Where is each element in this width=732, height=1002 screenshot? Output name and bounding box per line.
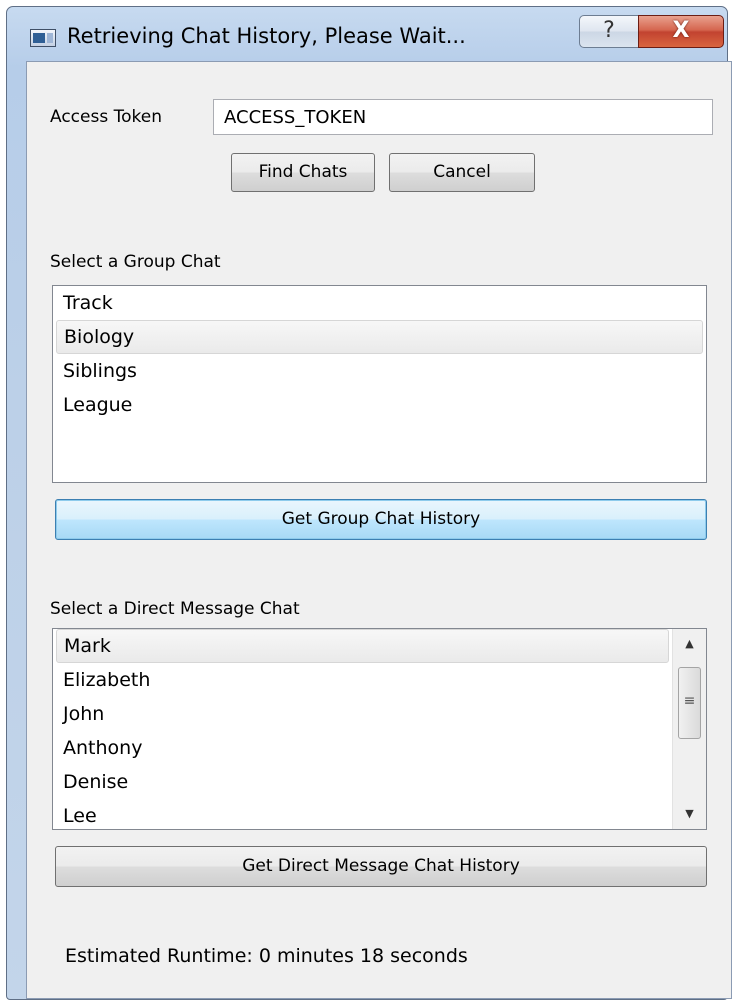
list-item[interactable]: Biology [56,320,703,354]
list-item[interactable]: Siblings [56,354,703,388]
estimated-runtime-status: Estimated Runtime: 0 minutes 18 seconds [65,945,468,967]
get-direct-message-chat-history-button[interactable]: Get Direct Message Chat History [55,846,707,887]
direct-message-list[interactable]: Mark Elizabeth John Anthony Denise Lee ▲ ≡ ▼ [52,628,707,830]
scroll-down-arrow-icon[interactable]: ▼ [673,799,706,829]
help-button[interactable]: ? [579,15,639,48]
direct-message-scrollbar[interactable]: ▲ ≡ ▼ [672,629,706,829]
access-token-label: Access Token [50,107,162,127]
direct-message-label: Select a Direct Message Chat [50,599,300,619]
group-chat-label: Select a Group Chat [50,252,221,272]
list-item[interactable]: Mark [56,629,669,663]
scroll-up-arrow-icon[interactable]: ▲ [673,629,706,659]
scroll-thumb[interactable]: ≡ [678,667,701,739]
list-item[interactable]: Denise [56,765,669,799]
dialog-window: Retrieving Chat History, Please Wait... … [6,6,732,1000]
get-group-chat-history-button[interactable]: Get Group Chat History [55,499,707,540]
window-title: Retrieving Chat History, Please Wait... [67,24,466,48]
close-button[interactable]: X [638,15,724,48]
app-icon [30,29,56,47]
list-item[interactable]: League [56,388,703,422]
list-item[interactable]: Elizabeth [56,663,669,697]
cancel-button[interactable]: Cancel [389,153,535,192]
dialog-content: Access Token Find Chats Cancel Select a … [26,61,732,999]
list-item[interactable]: Lee [56,799,669,829]
list-item[interactable]: Anthony [56,731,669,765]
title-bar[interactable]: Retrieving Chat History, Please Wait... … [7,7,727,49]
list-item[interactable]: Track [56,286,703,320]
list-item[interactable]: John [56,697,669,731]
access-token-input[interactable] [213,99,713,135]
find-chats-button[interactable]: Find Chats [231,153,375,192]
direct-message-items: Mark Elizabeth John Anthony Denise Lee [53,629,672,829]
scroll-grip-icon: ≡ [683,693,696,709]
group-chat-list[interactable]: Track Biology Siblings League [52,285,707,483]
